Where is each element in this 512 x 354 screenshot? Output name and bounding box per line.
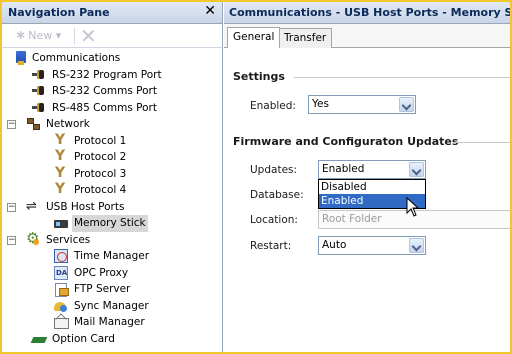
mouse-cursor-icon: [406, 197, 420, 217]
app-window: Navigation Pane ✕ ✱ New ▾ ✕ Communication…: [0, 0, 512, 354]
serial-port-icon: [32, 68, 46, 82]
tree-item-rs-232-comms-port[interactable]: RS-232 Comms Port: [32, 83, 159, 100]
new-button-label: New ▾: [28, 29, 62, 42]
option-card-icon: [32, 332, 46, 346]
protocol-icon: [54, 165, 68, 182]
settings-group-divider: [294, 77, 510, 78]
protocol-icon: [54, 181, 68, 198]
tree-item-label: OPC Proxy: [74, 266, 129, 279]
enabled-combo-value: Yes: [312, 98, 329, 110]
tree-item-label: Protocol 4: [74, 184, 127, 196]
tree-item-label: Protocol 1: [74, 134, 127, 147]
tree-item-sync-manager[interactable]: Sync Manager: [54, 298, 151, 315]
updates-label: Updates:: [250, 164, 298, 176]
tree-item-label: Services: [46, 233, 91, 246]
tree-item-label: Mail Manager: [74, 316, 145, 328]
tree-item-label: Network: [46, 118, 90, 130]
tree-item-rs-485-comms-port[interactable]: RS-485 Comms Port: [32, 100, 159, 117]
tree-item-label: RS-232 Program Port: [52, 68, 162, 81]
tree-item-protocol-3[interactable]: Protocol 3: [54, 165, 128, 183]
tree-item-mail-manager[interactable]: Mail Manager: [54, 314, 147, 331]
tree-item-label: RS-485 Comms Port: [52, 101, 157, 114]
navigation-pane-header: Navigation Pane ✕: [2, 2, 222, 24]
delete-x-icon[interactable]: ✕: [80, 24, 97, 48]
network-icon: [26, 117, 40, 131]
restart-combo-value: Auto: [322, 239, 347, 251]
tree-item-communications[interactable]: Communications: [16, 50, 122, 67]
services-icon: [26, 230, 40, 247]
general-tab-panel: Settings Enabled: Yes Firmware and Confi…: [224, 48, 510, 352]
tab-strip: General Transfer: [224, 24, 510, 49]
tree-item-protocol-4[interactable]: Protocol 4: [54, 181, 128, 199]
tree-item-label: USB Host Ports: [46, 200, 125, 213]
close-icon[interactable]: ✕: [204, 3, 216, 19]
chevron-down-icon[interactable]: [409, 162, 424, 177]
protocol-icon: [54, 132, 68, 149]
collapse-toggle-icon[interactable]: −: [7, 202, 16, 212]
tab-general[interactable]: General: [227, 27, 281, 48]
protocol-icon: [54, 148, 68, 165]
navigation-pane: Navigation Pane ✕ ✱ New ▾ ✕ Communication…: [2, 2, 223, 352]
memory-stick-icon: [54, 220, 68, 228]
chevron-down-icon[interactable]: [409, 238, 424, 253]
collapse-toggle-icon[interactable]: −: [7, 120, 16, 129]
tree-item-protocol-2[interactable]: Protocol 2: [54, 148, 128, 166]
tree-item-time-manager[interactable]: Time Manager: [54, 248, 151, 265]
content-title: Communications - USB Host Ports - Memory…: [229, 6, 512, 19]
tree-item-label: Option Card: [52, 332, 115, 345]
tree-item-ftp-server[interactable]: FTP Server: [54, 281, 132, 298]
content-pane: Communications - USB Host Ports - Memory…: [224, 2, 512, 352]
ftp-server-icon: [54, 282, 69, 297]
navigation-pane-title: Navigation Pane: [8, 6, 110, 19]
tree-item-label: Protocol 2: [74, 151, 127, 163]
opc-proxy-icon: [54, 265, 68, 280]
tree-item-usb-host-ports[interactable]: − USB Host Ports: [7, 198, 126, 216]
tree-item-label: Communications: [32, 52, 121, 64]
new-button[interactable]: ✱ New ▾: [16, 29, 61, 42]
restart-combo[interactable]: Auto: [318, 236, 426, 255]
tree-item-memory-stick[interactable]: Memory Stick: [54, 215, 148, 232]
sync-manager-icon: [54, 299, 68, 313]
tree-item-label: Protocol 3: [74, 167, 127, 180]
tree-item-opc-proxy[interactable]: OPC Proxy: [54, 265, 130, 282]
tree-item-rs-232-program-port[interactable]: RS-232 Program Port: [32, 67, 164, 84]
navigation-toolbar: ✱ New ▾ ✕: [2, 24, 222, 48]
tree-item-network[interactable]: − Network: [7, 116, 92, 133]
tree-item-option-card[interactable]: Option Card: [32, 331, 117, 348]
tree-item-services[interactable]: − Services: [7, 230, 92, 249]
enabled-combo[interactable]: Yes: [308, 95, 416, 114]
tab-transfer[interactable]: Transfer: [278, 28, 333, 49]
collapse-toggle-icon[interactable]: −: [7, 235, 16, 245]
chevron-down-icon[interactable]: [399, 97, 414, 112]
tree-item-label: RS-232 Comms Port: [52, 85, 157, 97]
tree-item-label: FTP Server: [74, 283, 131, 295]
updates-combo[interactable]: Enabled: [318, 160, 426, 179]
firmware-group-title: Firmware and Configuraton Updates: [233, 135, 459, 148]
dropdown-option-disabled[interactable]: Disabled: [319, 180, 425, 194]
mail-manager-icon: [54, 315, 69, 329]
time-manager-icon: [54, 249, 68, 263]
communications-icon: [16, 51, 26, 65]
enabled-label: Enabled:: [250, 100, 296, 112]
location-label: Location:: [250, 214, 298, 226]
restart-label: Restart:: [250, 240, 292, 252]
serial-port-icon: [32, 101, 46, 115]
updates-combo-value: Enabled: [322, 163, 365, 175]
database-label: Database:: [250, 189, 304, 201]
tree-item-label: Time Manager: [74, 250, 150, 262]
firmware-group-divider: [454, 142, 510, 143]
sparkle-icon: ✱: [16, 29, 26, 42]
usb-icon: [26, 198, 40, 215]
tree-item-label: Memory Stick: [72, 215, 148, 232]
serial-port-icon: [32, 84, 46, 98]
content-header: Communications - USB Host Ports - Memory…: [224, 2, 512, 24]
settings-group-title: Settings: [233, 70, 285, 83]
tree-item-label: Sync Manager: [74, 299, 149, 312]
tree-item-protocol-1[interactable]: Protocol 1: [54, 132, 128, 150]
toolbar-separator: [74, 28, 75, 44]
